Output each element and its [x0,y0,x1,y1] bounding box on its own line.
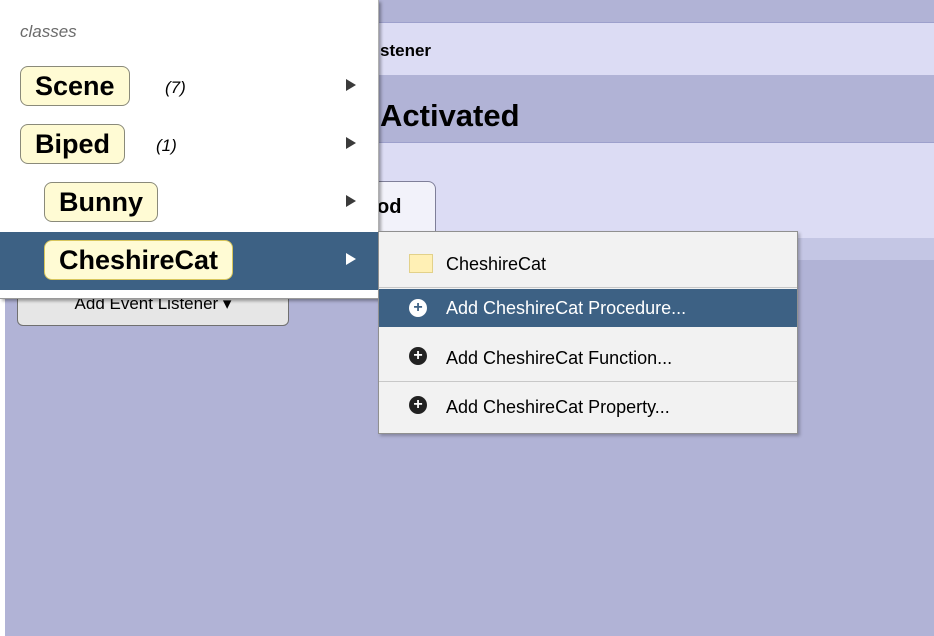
submenu-item-label: CheshireCat [446,254,547,274]
event-listener-header: stener [378,22,934,75]
submenu-item-label: Add CheshireCat Procedure... [446,298,687,318]
classes-menu: classes Scene (7) Biped (1) Bunny Cheshi… [0,0,379,299]
class-menu-item-cheshirecat[interactable]: CheshireCat [0,232,378,290]
plus-circle-icon: + [409,396,427,414]
submenu-item-add-property[interactable]: + Add CheshireCat Property... [379,384,797,430]
event-listener-header-text: stener [380,41,432,60]
submenu-arrow-icon [346,79,356,91]
class-menu-item-biped[interactable]: Biped (1) [0,116,378,174]
submenu-item-add-function[interactable]: + Add CheshireCat Function... [379,335,797,382]
classes-heading: classes [20,22,77,41]
class-menu-item-scene[interactable]: Scene (7) [0,58,378,116]
plus-circle-icon: + [409,299,427,317]
class-count-scene: (7) [165,78,186,97]
submenu-arrow-icon [346,137,356,149]
submenu-item-add-procedure[interactable]: + Add CheshireCat Procedure... [379,289,797,327]
submenu-item-label: Add CheshireCat Property... [446,397,670,417]
submenu-arrow-icon [346,195,356,207]
class-count-biped: (1) [156,136,177,155]
plus-circle-icon: + [409,347,427,365]
activated-title: Activated [380,98,520,133]
submenu-item-cheshirecat[interactable]: CheshireCat [379,241,797,288]
class-menu-item-bunny[interactable]: Bunny [0,174,378,232]
submenu-item-label: Add CheshireCat Function... [446,348,673,368]
class-tag-scene: Scene [20,66,130,106]
class-tag-biped: Biped [20,124,126,164]
activated-title-row: Activated [378,76,934,140]
folder-icon [409,254,433,273]
method-tab-area: od [358,142,934,239]
class-tag-cheshirecat: CheshireCat [44,240,234,280]
submenu-arrow-icon [346,253,356,265]
class-tag-bunny: Bunny [44,182,158,222]
cheshirecat-submenu: CheshireCat + Add CheshireCat Procedure.… [378,231,798,434]
method-tab-label: od [377,196,402,218]
